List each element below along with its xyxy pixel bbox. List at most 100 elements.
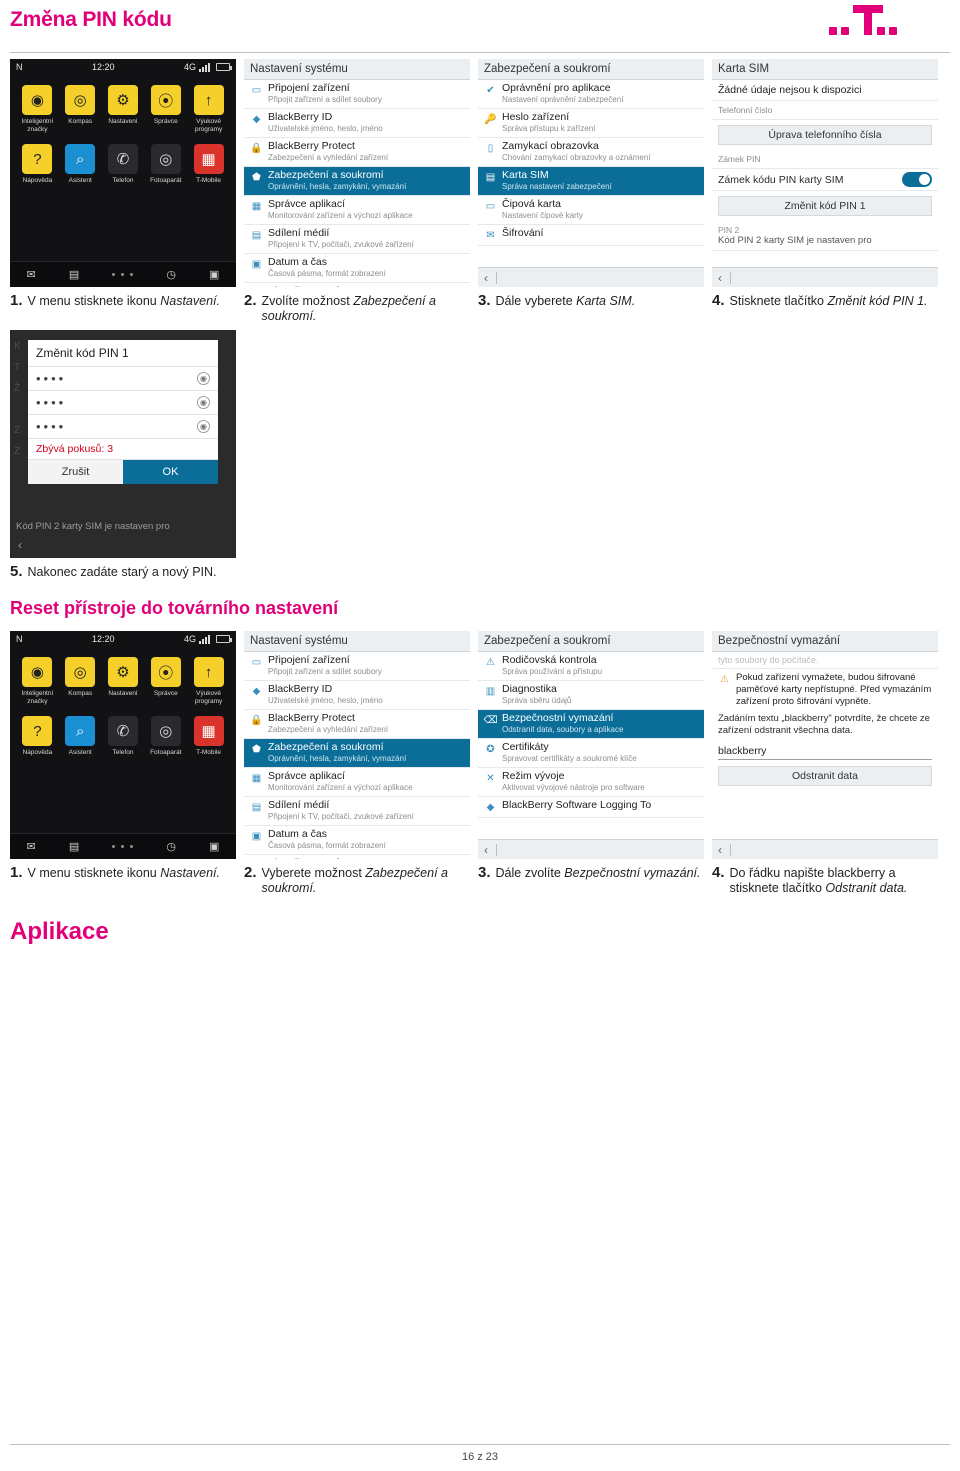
list-item-aktualizace-softwaru[interactable]: ⟳ Aktualizace softwaru	[244, 855, 470, 860]
panel-footer: ‹	[712, 839, 938, 859]
wipe-icon: ⌫	[483, 715, 498, 726]
camera-icon[interactable]: ▣	[209, 840, 219, 853]
menu-icon[interactable]: ▤	[69, 268, 79, 281]
menu-icon[interactable]: ▤	[69, 840, 79, 853]
sim-pin-toggle-row[interactable]: Zámek kódu PIN karty SIM	[712, 169, 938, 191]
device-icon: ▭	[251, 85, 262, 96]
screenshot-system-settings-2: Nastavení systému ▭ Připojení zařízení Př…	[244, 631, 470, 859]
list-item-diagnostika[interactable]: ▥ Diagnostika Správa sběru údajů	[478, 681, 704, 710]
back-icon[interactable]: ‹	[718, 271, 722, 285]
app-icon-fotoaparat[interactable]: ◎ Fotoaparát	[146, 144, 186, 185]
app-icon-telefon[interactable]: ✆ Telefon	[103, 716, 143, 757]
back-icon[interactable]: ‹	[18, 538, 22, 552]
app-icon-t-mobile[interactable]: ▦ T-Mobile	[189, 716, 229, 757]
cancel-button[interactable]: Zrušit	[28, 460, 123, 484]
app-icon-inteligentni-znacky[interactable]: ◉ Inteligentní značky	[17, 657, 57, 706]
list-item-blackberry-protect[interactable]: 🔒 BlackBerry Protect Zabezpečení a vyhled…	[244, 138, 470, 167]
list-item-pripojeni-zarizeni[interactable]: ▭ Připojení zařízení Připojit zařízení a …	[244, 80, 470, 109]
list-item-subtitle: Oprávnění, hesla, zamykání, vymazání	[268, 182, 407, 191]
list-item-subtitle: Odstranit data, soubory a aplikace	[502, 725, 624, 734]
step-emphasis: Nastavení.	[160, 866, 220, 880]
edit-phone-number-button[interactable]: Úprava telefonního čísla	[718, 125, 932, 145]
back-icon[interactable]: ‹	[484, 843, 488, 857]
app-label: Výukové programy	[194, 118, 223, 133]
mail-icon[interactable]: ✉	[27, 840, 36, 853]
list-item-aktualizace-softwaru[interactable]: ⟳ Aktualizace softwaru	[244, 283, 470, 288]
list-item-spravce-aplikaci[interactable]: ▦ Správce aplikací Monitorování zařízení …	[244, 768, 470, 797]
app-icon-kompas[interactable]: ◎ Kompas	[60, 85, 100, 134]
app-icon-fotoaparat[interactable]: ◎ Fotoaparát	[146, 716, 186, 757]
list-item-heslo-zarizeni[interactable]: 🔑 Heslo zařízení Správa přístupu k zaříze…	[478, 109, 704, 138]
list-item-bezpecnostni-vymazani[interactable]: ⌫ Bezpečnostní vymazání Odstranit data, s…	[478, 710, 704, 739]
app-icon-napoveda[interactable]: ? Nápověda	[17, 716, 57, 757]
list-item-pripojeni-zarizeni[interactable]: ▭ Připojení zařízení Připojit zařízení a …	[244, 652, 470, 681]
step-text: Vyberete možnost	[261, 866, 366, 880]
app-icon-asistent[interactable]: ⌕ Asistent	[60, 144, 100, 185]
mail-icon[interactable]: ✉	[27, 268, 36, 281]
list-item-sdileni-medii[interactable]: ▤ Sdílení médií Připojení k TV, počítači,…	[244, 797, 470, 826]
list-item-certifikaty[interactable]: ✪ Certifikáty Spravovat certifikáty a sou…	[478, 739, 704, 768]
list-item-datum-a-cas[interactable]: ▣ Datum a čas Časová pásma, formát zobraz…	[244, 826, 470, 855]
camera-icon[interactable]: ▣	[209, 268, 219, 281]
sim-pin-toggle[interactable]	[902, 172, 932, 187]
step-4: 4. Do řádku napište blackberry a stiskne…	[712, 865, 938, 896]
eye-icon[interactable]: ◉	[197, 396, 210, 409]
list-item-blackberry-protect[interactable]: 🔒 BlackBerry Protect Zabezpečení a vyhled…	[244, 710, 470, 739]
list-item-rodicovska-kontrola[interactable]: ⚠ Rodičovská kontrola Správa používání a …	[478, 652, 704, 681]
clock-icon[interactable]: ◷	[166, 840, 176, 853]
app-icon-vyukove-programy[interactable]: ↑ Výukové programy	[189, 657, 229, 706]
delete-data-button[interactable]: Odstranit data	[718, 766, 932, 786]
app-icon-asistent[interactable]: ⌕ Asistent	[60, 716, 100, 757]
app-icon-t-mobile[interactable]: ▦ T-Mobile	[189, 144, 229, 185]
clock-icon[interactable]: ◷	[166, 268, 176, 281]
back-icon[interactable]: ‹	[718, 843, 722, 857]
app-icon-nastaveni[interactable]: ⚙ Nastavení	[103, 657, 143, 706]
list-item-blackberry-id[interactable]: ◆ BlackBerry ID Uživatelské jméno, heslo,…	[244, 109, 470, 138]
eye-icon[interactable]: ◉	[197, 420, 210, 433]
panel-footer: ‹	[712, 267, 938, 287]
list-item-cipova-karta[interactable]: ▭ Čipová karta Nastavení čipové karty	[478, 196, 704, 225]
pin-field-new[interactable]: •••• ◉	[28, 391, 218, 415]
list-item-karta-sim[interactable]: ▤ Karta SIM Správa nastavení zabezpečení	[478, 167, 704, 196]
panel-title: Bezpečnostní vymazání	[712, 631, 938, 652]
list-item-bb-software-logging[interactable]: ◆ BlackBerry Software Logging To	[478, 797, 704, 818]
pin-field-old[interactable]: •••• ◉	[28, 367, 218, 391]
list-item-title: Čipová karta	[502, 198, 561, 210]
app-icon-kompas[interactable]: ◎ Kompas	[60, 657, 100, 706]
list-item-subtitle: Spravovat certifikáty a soukromé klíče	[502, 754, 637, 763]
app-icon-spravce[interactable]: ⦿ Správce	[146, 85, 186, 134]
list-item-spravce-aplikaci[interactable]: ▦ Správce aplikací Monitorování zařízení …	[244, 196, 470, 225]
sim-icon: ▤	[485, 172, 496, 183]
list-item-sifrovani[interactable]: ✉ Šifrování	[478, 225, 704, 246]
change-pin1-button[interactable]: Změnit kód PIN 1	[718, 196, 932, 216]
dialog-title: Změnit kód PIN 1	[28, 340, 218, 367]
list-item-datum-a-cas[interactable]: ▣ Datum a čas Časová pásma, formát zobraz…	[244, 254, 470, 283]
calendar-icon: ▣	[251, 831, 262, 842]
app-icon-nastaveni[interactable]: ⚙ Nastavení	[103, 85, 143, 134]
ok-button[interactable]: OK	[123, 460, 218, 484]
wipe-confirm-input[interactable]: blackberry	[718, 745, 932, 760]
list-item-sdileni-medii[interactable]: ▤ Sdílení médií Připojení k TV, počítači,…	[244, 225, 470, 254]
back-icon[interactable]: ‹	[484, 271, 488, 285]
step-text: Dále zvolíte	[495, 866, 565, 880]
app-icon-inteligentni-znacky[interactable]: ◉ Inteligentní značky	[17, 85, 57, 134]
eye-icon[interactable]: ◉	[197, 372, 210, 385]
screenshot-security-privacy: Zabezpečení a soukromí ✔ Oprávnění pro a…	[478, 59, 704, 287]
app-icon-vyukove-programy[interactable]: ↑ Výukové programy	[189, 85, 229, 134]
pin-field-confirm[interactable]: •••• ◉	[28, 415, 218, 439]
list-item-zabezpeceni-a-soukromi[interactable]: ⬟ Zabezpečení a soukromí Oprávnění, hesla…	[244, 167, 470, 196]
list-item-rezim-vyvoje[interactable]: ✕ Režim vývoje Aktivovat vývojové nástroj…	[478, 768, 704, 797]
app-icon-spravce[interactable]: ⦿ Správce	[146, 657, 186, 706]
list-item-zamykaci-obrazovka[interactable]: ▯ Zamykací obrazovka Chování zamykací obr…	[478, 138, 704, 167]
list-item-subtitle: Připojit zařízení a sdílet soubory	[268, 95, 382, 104]
list-item-blackberry-id[interactable]: ◆ BlackBerry ID Uživatelské jméno, heslo,…	[244, 681, 470, 710]
clock-label: 12:20	[91, 62, 115, 72]
app-icon-telefon[interactable]: ✆ Telefon	[103, 144, 143, 185]
page-dots	[112, 845, 134, 848]
app-icon-napoveda[interactable]: ? Nápověda	[17, 144, 57, 185]
device-icon: ▭	[251, 657, 262, 668]
screenshot-home-screen: N 12:20 4G ◉ Inteligentní značky ◎ Kompas …	[10, 59, 236, 287]
list-item-opravneni-pro-aplikace[interactable]: ✔ Oprávnění pro aplikace Nastavení oprávn…	[478, 80, 704, 109]
app-label: Správce	[153, 118, 178, 125]
list-item-zabezpeceni-a-soukromi[interactable]: ⬟ Zabezpečení a soukromí Oprávnění, hesla…	[244, 739, 470, 768]
